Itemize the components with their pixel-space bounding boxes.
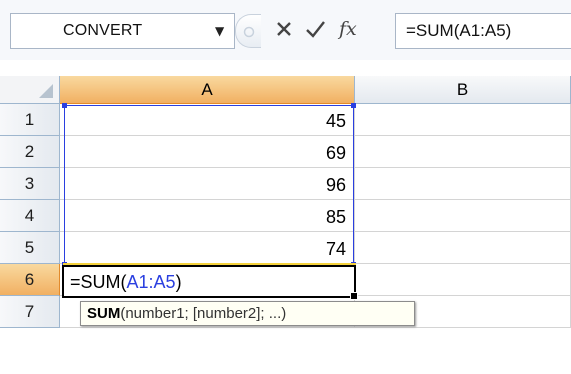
active-cell-formula: =SUM(A1:A5) <box>70 272 182 292</box>
chevron-down-icon[interactable]: ▼ <box>215 24 224 38</box>
resize-handle[interactable] <box>235 14 261 48</box>
cell-a4[interactable]: 85 <box>60 200 355 232</box>
row-header-6[interactable]: 6 <box>0 264 60 296</box>
cell-b5[interactable] <box>355 232 571 264</box>
name-box-value: CONVERT <box>63 22 143 39</box>
cell-b1[interactable] <box>355 104 571 136</box>
select-all-button[interactable] <box>0 76 60 104</box>
row-header-3[interactable]: 3 <box>0 168 60 200</box>
tooltip-function-name[interactable]: SUM <box>87 305 120 322</box>
cell-b6[interactable] <box>355 264 571 296</box>
insert-function-label: fx <box>339 18 357 40</box>
name-box[interactable]: CONVERT ▼ <box>10 13 235 49</box>
cell-b2[interactable] <box>355 136 571 168</box>
formula-buttons: fx <box>235 14 385 48</box>
cell-a5[interactable]: 74 <box>60 232 355 264</box>
row-header-4[interactable]: 4 <box>0 200 60 232</box>
row-header-5[interactable]: 5 <box>0 232 60 264</box>
cell-b3[interactable] <box>355 168 571 200</box>
active-cell-editor[interactable]: =SUM(A1:A5) <box>62 265 358 300</box>
cell-a1[interactable]: 45 <box>60 104 355 136</box>
function-tooltip: SUM(number1; [number2]; ...) <box>80 301 415 326</box>
fill-handle[interactable] <box>350 292 358 300</box>
function-icon[interactable]: fx <box>339 18 357 40</box>
cell-a2[interactable]: 69 <box>60 136 355 168</box>
cell-b4[interactable] <box>355 200 571 232</box>
row-header-7[interactable]: 7 <box>0 296 60 328</box>
formula-bar: CONVERT ▼ fx =SUM(A1:A5) <box>0 0 571 60</box>
row-header-2[interactable]: 2 <box>0 136 60 168</box>
close-icon[interactable] <box>274 18 294 45</box>
row-header-1[interactable]: 1 <box>0 104 60 136</box>
column-header-a[interactable]: A <box>60 76 355 104</box>
tooltip-args: (number1; [number2]; ...) <box>120 305 287 322</box>
checkmark-icon[interactable] <box>304 18 326 45</box>
formula-input[interactable]: =SUM(A1:A5) <box>395 13 571 49</box>
cell-a3[interactable]: 96 <box>60 168 355 200</box>
column-header-b[interactable]: B <box>355 76 571 104</box>
formula-text: =SUM(A1:A5) <box>406 21 512 40</box>
